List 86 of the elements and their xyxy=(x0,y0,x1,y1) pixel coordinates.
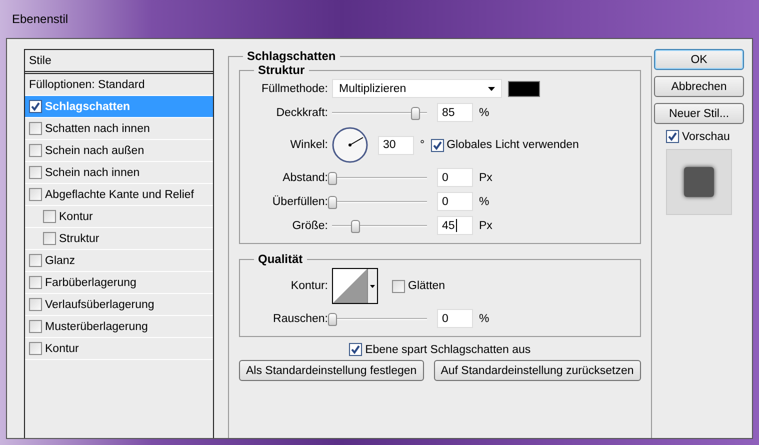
window-title: Ebenenstil xyxy=(12,12,68,26)
style-label: Farbüberlagerung xyxy=(45,276,136,288)
input-field[interactable]: 0 xyxy=(437,192,473,211)
action-button[interactable]: Auf Standardeinstellung zurücksetzen xyxy=(434,360,641,381)
style-item[interactable]: Farbüberlagerung xyxy=(25,272,213,294)
style-label: Abgeflachte Kante und Relief xyxy=(45,188,194,200)
unit-label: % xyxy=(479,312,490,324)
style-label: Schlagschatten xyxy=(45,100,130,112)
checkbox[interactable] xyxy=(29,342,42,355)
checkbox-label: Glätten xyxy=(408,280,446,292)
contour-picker[interactable] xyxy=(332,268,378,304)
checkbox-label: Ebene spart Schlagschatten aus xyxy=(365,344,531,356)
unit-label: Px xyxy=(479,220,492,232)
field-label: Überfüllen: xyxy=(271,196,328,208)
checkbox[interactable] xyxy=(43,232,56,245)
blend-mode-dropdown[interactable]: Multiplizieren xyxy=(332,79,502,98)
style-item[interactable]: Verlaufsüberlagerung xyxy=(25,294,213,316)
style-item[interactable]: Schein nach außen xyxy=(25,140,213,162)
style-item[interactable]: Abgeflachte Kante und Relief xyxy=(25,184,213,206)
style-item[interactable]: Musterüberlagerung xyxy=(25,316,213,338)
style-label: Schein nach außen xyxy=(45,144,144,156)
checkbox[interactable] xyxy=(392,280,405,292)
checkbox[interactable] xyxy=(349,343,362,356)
color-swatch[interactable] xyxy=(508,80,540,96)
style-item[interactable]: Glanz xyxy=(25,250,213,272)
input-field[interactable]: 30 xyxy=(378,136,414,154)
caret-icon xyxy=(370,284,375,288)
checkbox-label: Globales Licht verwenden xyxy=(446,139,579,151)
checkbox[interactable] xyxy=(29,100,42,113)
style-label: Fülloptionen: Standard xyxy=(29,78,145,90)
checkbox[interactable] xyxy=(29,166,42,179)
checkbox[interactable] xyxy=(29,298,42,311)
field-label: Größe: xyxy=(291,220,328,232)
style-label: Kontur xyxy=(45,342,79,354)
angle-dial[interactable] xyxy=(332,127,368,163)
style-label: Kontur xyxy=(59,210,93,222)
input-field[interactable]: 85 xyxy=(437,103,473,122)
unit-label: Px xyxy=(479,172,492,184)
slider-thumb[interactable] xyxy=(350,220,360,232)
style-label: Verlaufsüberlagerung xyxy=(45,298,154,310)
field-label: Deckkraft: xyxy=(275,106,328,118)
input-field[interactable]: 0 xyxy=(437,309,473,328)
style-label: Glanz xyxy=(45,254,76,266)
field-label: Kontur: xyxy=(290,280,328,292)
preview-shape xyxy=(684,167,714,197)
field-label: Winkel: xyxy=(289,139,328,151)
action-button[interactable]: Als Standardeinstellung festlegen xyxy=(239,360,424,381)
style-item[interactable]: Kontur xyxy=(25,338,213,360)
checkbox[interactable] xyxy=(430,138,444,152)
input-field[interactable]: 45 xyxy=(437,216,473,235)
slider-thumb[interactable] xyxy=(328,196,337,208)
group-title: Qualität xyxy=(257,252,304,266)
field-label: Rauschen: xyxy=(272,312,328,324)
checkbox[interactable] xyxy=(29,188,42,201)
caret-icon xyxy=(488,86,495,90)
style-label: Struktur xyxy=(59,232,100,244)
style-label: Musterüberlagerung xyxy=(45,320,148,332)
style-item[interactable]: Schatten nach innen xyxy=(25,118,213,140)
field-label: Abstand: xyxy=(282,172,328,184)
style-item[interactable]: Struktur xyxy=(25,228,213,250)
unit-label: % xyxy=(479,106,490,118)
unit-label: % xyxy=(479,196,490,208)
checkbox[interactable] xyxy=(29,320,42,333)
group-title: Struktur xyxy=(257,63,306,77)
panel-header: Stile xyxy=(29,54,52,66)
group-title: Schlagschatten xyxy=(246,49,337,63)
style-item[interactable]: Schein nach innen xyxy=(25,162,213,184)
unit-label: ° xyxy=(420,139,425,151)
style-label: Schein nach innen xyxy=(45,166,140,178)
slider-thumb[interactable] xyxy=(410,106,420,120)
checkbox[interactable] xyxy=(29,276,42,289)
input-field[interactable]: 0 xyxy=(437,168,473,187)
slider-thumb[interactable] xyxy=(328,312,337,326)
style-label: Schatten nach innen xyxy=(45,122,150,134)
checkbox-label: Vorschau xyxy=(682,130,730,142)
checkbox[interactable] xyxy=(29,254,42,267)
checkbox[interactable] xyxy=(29,122,42,135)
checkbox[interactable] xyxy=(43,210,56,223)
checkbox[interactable] xyxy=(666,130,679,143)
style-item[interactable]: Kontur xyxy=(25,206,213,228)
dialog-button[interactable]: Abbrechen xyxy=(654,76,744,97)
dialog-button[interactable]: Neuer Stil... xyxy=(654,103,744,124)
slider-thumb[interactable] xyxy=(328,172,337,184)
checkbox[interactable] xyxy=(29,144,42,157)
dialog-button[interactable]: OK xyxy=(654,49,744,70)
field-label: Füllmethode: xyxy=(260,82,328,94)
